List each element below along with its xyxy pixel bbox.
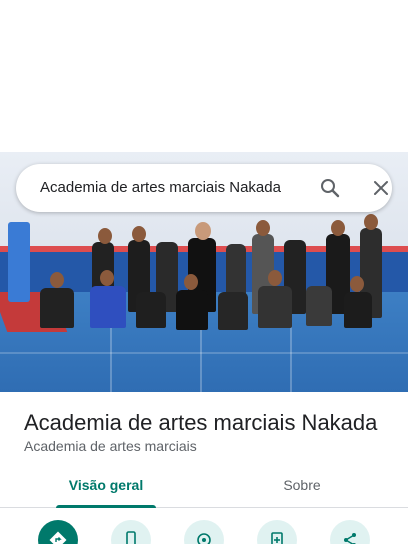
equipment-stand [8,222,30,302]
person-head [331,220,345,236]
person [218,292,248,330]
close-icon[interactable] [369,176,393,200]
save-button[interactable] [257,520,297,544]
place-title: Academia de artes marciais Nakada [24,410,378,435]
directions-icon [49,531,67,544]
person-head [364,214,378,230]
person [136,292,166,328]
save-icon [271,532,283,544]
call-button[interactable] [111,520,151,544]
mat-seam [0,352,408,354]
search-bar[interactable]: Academia de artes marciais Nakada [16,164,392,212]
share-button[interactable] [330,520,370,544]
person-head [268,270,282,286]
tab-overview[interactable]: Visão geral [56,466,156,508]
person-head [100,270,114,286]
person-head [132,226,146,242]
action-row [0,520,408,544]
blank-header-area [0,0,408,152]
person-head [98,228,112,244]
share-icon [344,533,356,544]
person [40,288,74,328]
tab-about[interactable]: Sobre [252,466,352,508]
person-head [184,274,198,290]
person [306,286,332,326]
directions-button[interactable] [38,520,78,544]
search-icon[interactable] [318,176,342,200]
phone-icon [126,531,136,544]
person-head [256,220,270,236]
tab-bar: Visão geral Sobre [0,466,408,508]
location-icon [197,533,211,544]
person [258,286,292,328]
person-head [50,272,64,288]
person-head [195,222,211,240]
person [344,292,372,328]
nearby-button[interactable] [184,520,224,544]
person [176,290,208,330]
person-head [350,276,364,292]
person [90,286,126,328]
search-input[interactable]: Academia de artes marciais Nakada [40,164,298,212]
place-category[interactable]: Academia de artes marciais [24,436,197,456]
